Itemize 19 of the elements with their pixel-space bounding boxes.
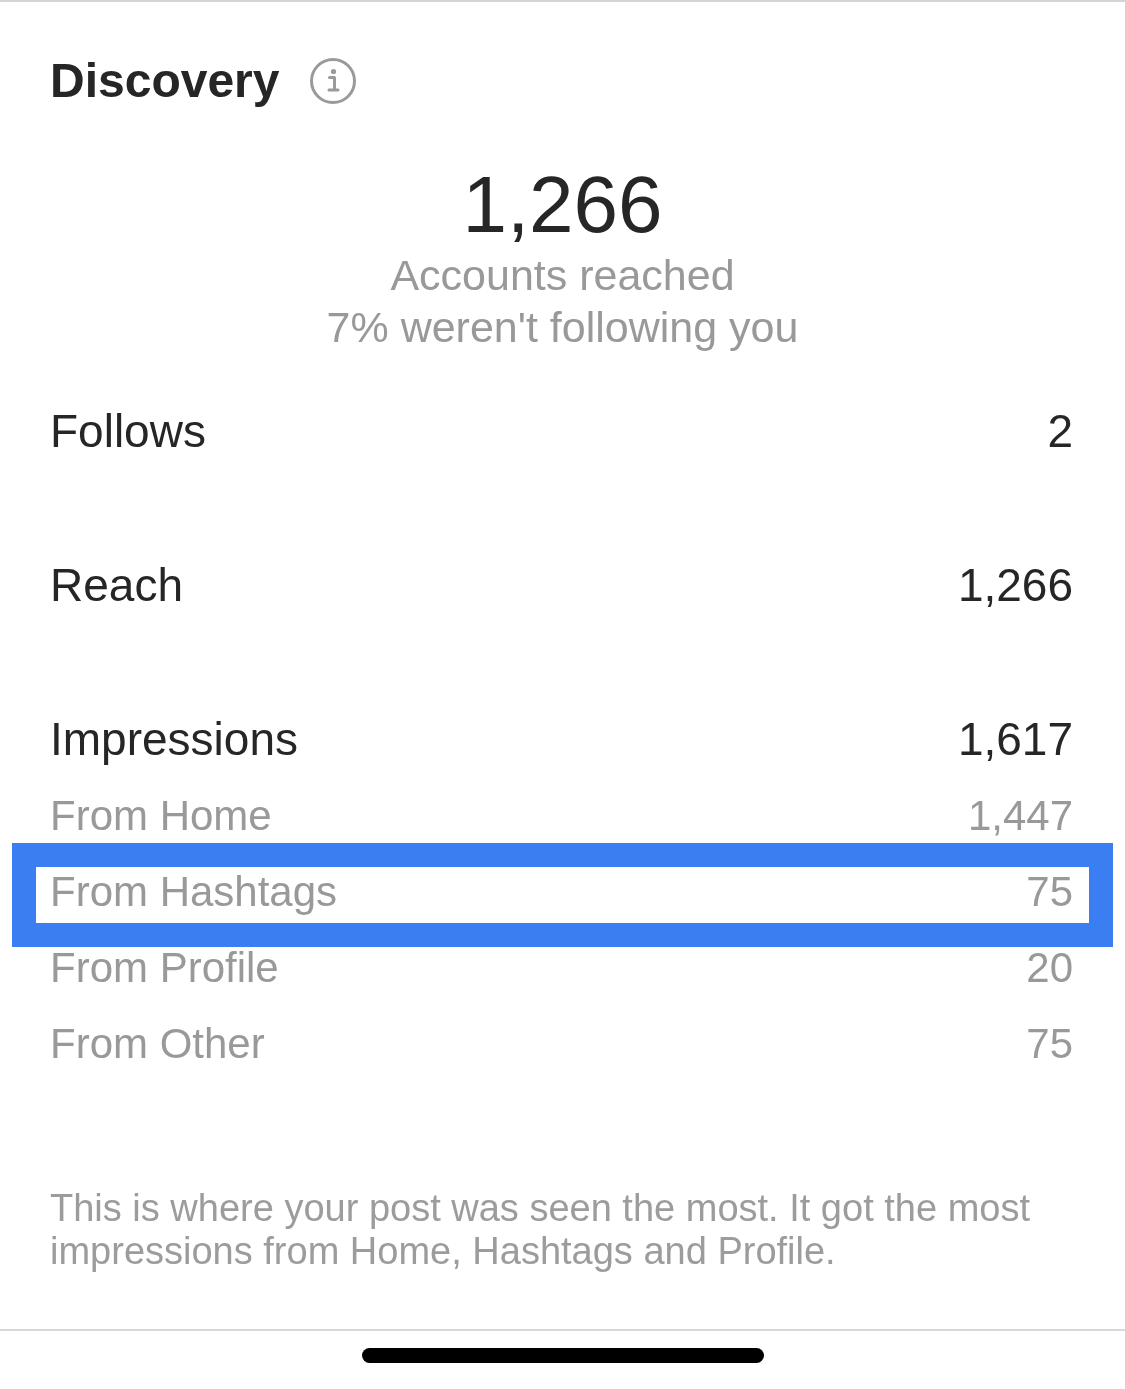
metric-label: Follows	[50, 408, 206, 454]
metric-label: Reach	[50, 562, 183, 608]
source-value: 1,447	[967, 795, 1073, 841]
source-label: From Profile	[50, 947, 279, 993]
source-label: From Home	[50, 795, 272, 841]
source-label: From Hashtags	[50, 871, 338, 917]
source-value: 75	[1026, 1023, 1073, 1069]
metric-value: 1,617	[957, 716, 1073, 762]
reach-count: 1,266	[462, 165, 663, 245]
source-value: 75	[1026, 871, 1073, 917]
source-value: 20	[1026, 947, 1073, 993]
summary-text: This is where your post was seen the most. It got the most impressions from Home, Hashtags and Profile.	[50, 1187, 1031, 1273]
section-title: Discovery	[50, 57, 280, 105]
accounts-reached-label: Accounts reached	[390, 250, 735, 301]
info-icon[interactable]	[310, 58, 357, 104]
metric-value: 1,266	[957, 562, 1073, 608]
metric-value: 2	[1047, 408, 1073, 454]
source-label: From Other	[50, 1023, 265, 1069]
non-followers-note: 7% weren't following you	[326, 302, 799, 353]
